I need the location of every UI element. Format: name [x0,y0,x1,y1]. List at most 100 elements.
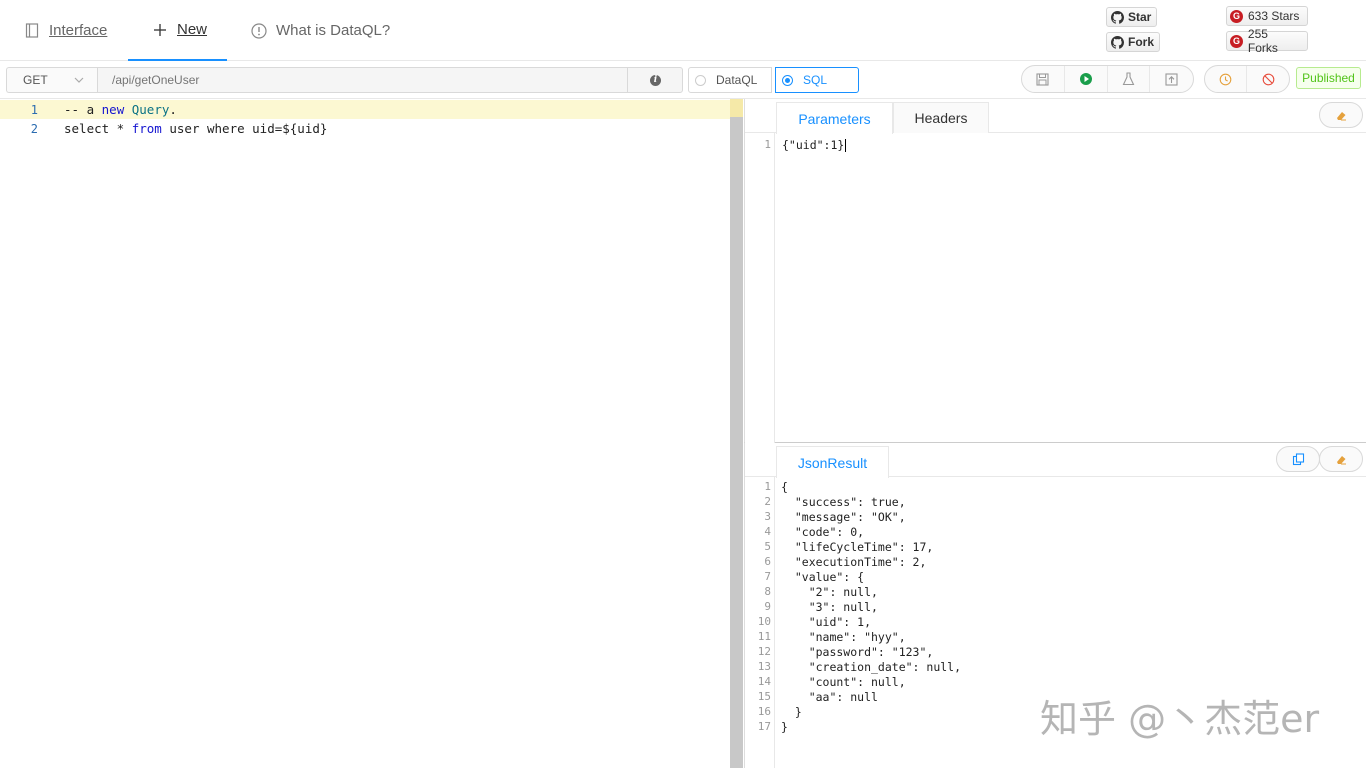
publish-button[interactable] [1150,66,1193,92]
http-method-value: GET [23,73,48,87]
query-type-dataql[interactable]: DataQL [688,67,772,93]
tab-headers[interactable]: Headers [893,102,989,133]
disable-button[interactable] [1247,66,1289,92]
line-number: 6 [764,555,771,568]
params-text: {"uid":1} [782,137,847,152]
test-button[interactable] [1108,66,1151,92]
code-text: select * from user where uid=${uid} [64,121,328,136]
result-text: "message": "OK", [781,509,906,524]
result-tabbar: JsonResult [745,443,1366,478]
tab-what-is-dataql-label: What is DataQL? [276,22,391,39]
chevron-down-icon [74,77,84,83]
api-path-input[interactable] [97,67,683,93]
history-button-group [1204,65,1290,93]
query-type-sql-label: SQL [803,73,828,87]
tab-interface-label: Interface [49,22,108,39]
result-text: "lifeCycleTime": 17, [781,539,934,554]
result-text: "creation_date": null, [781,659,962,674]
line-number: 1 [764,138,771,151]
save-button[interactable] [1022,66,1065,92]
line-number: 1 [764,480,771,493]
line-number: 7 [764,570,771,583]
flask-icon [1122,72,1135,86]
info-icon: i [650,74,661,86]
github-star-button[interactable]: Star [1106,7,1158,27]
line-number: 11 [757,630,771,643]
result-text: "aa": null [781,689,878,704]
line-number: 17 [757,720,771,733]
tab-what-is-dataql[interactable]: What is DataQL? [251,0,390,61]
tab-new-label: New [177,21,208,38]
copy-result-button[interactable] [1276,446,1320,472]
editor-scrollbar[interactable] [730,99,743,768]
upload-icon [1165,72,1178,86]
gitee-stars-badge[interactable]: G 633 Stars [1226,6,1308,26]
line-number: 13 [757,660,771,673]
github-icon [1111,10,1124,24]
sql-code-editor[interactable]: 1 -- a new Query. 2 select * from user w… [0,99,743,768]
code-text: -- a new Query. [64,102,177,117]
book-icon [24,23,40,39]
play-circle-icon [1079,73,1092,85]
line-number: 1 [30,102,38,117]
radio-circle [782,74,793,86]
tab-json-result[interactable]: JsonResult [776,446,889,478]
line-number: 9 [764,600,771,613]
result-text: "password": "123", [781,644,934,659]
clear-params-button[interactable] [1319,102,1363,128]
editor-line: 2 select * from user where uid=${uid} [0,119,730,138]
top-navigation: Interface New What is DataQL? Star Fork … [0,0,1366,61]
gitee-icon: G [1230,34,1243,48]
copy-icon [1292,452,1304,465]
request-tabbar: Parameters Headers [745,99,1366,134]
text-caret [845,138,847,152]
line-number: 14 [757,675,771,688]
params-editor[interactable]: 1 {"uid":1} [745,137,1366,437]
result-text: } [781,704,802,719]
action-button-group [1021,65,1194,93]
save-icon [1036,72,1049,86]
result-text: "uid": 1, [781,614,872,629]
eraser-icon [1336,455,1346,464]
gitee-icon: G [1230,9,1243,23]
scrollbar-thumb[interactable] [730,99,743,117]
result-text: "executionTime": 2, [781,554,927,569]
line-number: 2 [764,495,771,508]
tab-parameters[interactable]: Parameters [776,102,893,134]
tab-new[interactable]: New [128,0,227,61]
history-icon [1219,73,1232,85]
gitee-forks-label: 255 Forks [1247,27,1278,55]
radio-circle [695,74,706,86]
http-method-select[interactable]: GET [6,67,97,93]
line-number: 2 [30,121,38,136]
line-number: 4 [764,525,771,538]
zhihu-watermark: 知乎 @丶杰范er [1040,697,1320,741]
result-text: } [781,719,788,734]
line-number: 15 [757,690,771,703]
line-number: 12 [757,645,771,658]
line-number: 10 [757,615,771,628]
line-number: 5 [764,540,771,553]
stop-icon [1262,73,1274,85]
result-text: "value": { [781,569,865,584]
path-info-button[interactable]: i [627,67,683,93]
result-text: "success": true, [781,494,906,509]
plus-icon [152,22,168,38]
line-number: 3 [764,510,771,523]
request-panel: Parameters Headers 1 {"uid":1} [744,99,1366,443]
gitee-stars-label: 633 Stars [1248,9,1300,23]
tab-interface[interactable]: Interface [24,0,107,61]
clear-result-button[interactable] [1319,446,1363,472]
github-icon [1111,35,1124,49]
query-type-sql[interactable]: SQL [775,67,859,93]
info-circle-icon [251,22,267,39]
github-fork-button[interactable]: Fork [1106,32,1161,52]
status-badge: Published [1296,67,1361,89]
result-text: "count": null, [781,674,906,689]
result-text: { [781,479,788,494]
history-button[interactable] [1205,66,1248,92]
run-button[interactable] [1065,66,1108,92]
result-text: "code": 0, [781,524,865,539]
github-fork-label: Fork [1128,35,1155,49]
gitee-forks-badge[interactable]: G 255 Forks [1226,27,1308,55]
